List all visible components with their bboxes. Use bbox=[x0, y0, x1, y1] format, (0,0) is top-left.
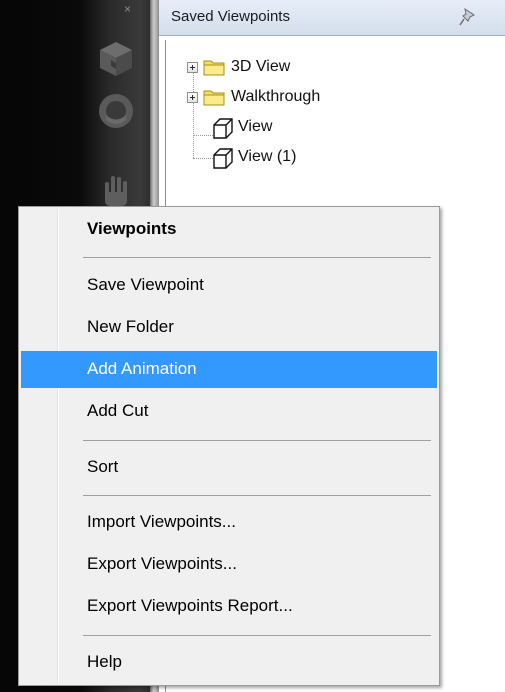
viewpoint-cube-icon bbox=[213, 148, 233, 169]
tree-item-view-1[interactable]: View (1) bbox=[212, 146, 472, 170]
panel-header: Saved Viewpoints bbox=[159, 0, 505, 36]
menu-item-add-cut[interactable]: Add Cut bbox=[21, 393, 437, 430]
menu-item-export-viewpoints[interactable]: Export Viewpoints... bbox=[21, 546, 437, 583]
menu-item-new-folder[interactable]: New Folder bbox=[21, 309, 437, 346]
tree-item-walkthrough[interactable]: Walkthrough bbox=[187, 86, 467, 110]
viewpoint-cube-icon bbox=[213, 118, 233, 139]
menu-item-label: Add Animation bbox=[87, 359, 197, 378]
expand-icon[interactable] bbox=[187, 92, 198, 103]
folder-icon bbox=[203, 90, 225, 106]
menu-item-save-viewpoint[interactable]: Save Viewpoint bbox=[21, 267, 437, 304]
menu-header-label: Viewpoints bbox=[87, 219, 177, 238]
menu-item-label: Export Viewpoints Report... bbox=[87, 596, 293, 615]
menu-item-label: New Folder bbox=[87, 317, 174, 336]
close-icon[interactable]: × bbox=[124, 2, 131, 16]
tree-item-label: View (1) bbox=[238, 148, 297, 165]
menu-item-sort[interactable]: Sort bbox=[21, 449, 437, 486]
steering-wheel-icon[interactable] bbox=[95, 90, 137, 132]
pin-icon[interactable] bbox=[457, 6, 479, 28]
expand-icon[interactable] bbox=[187, 62, 198, 73]
menu-separator bbox=[83, 440, 431, 441]
viewpoints-context-menu: Viewpoints Save Viewpoint New Folder Add… bbox=[18, 206, 440, 686]
tree-item-view[interactable]: View bbox=[212, 116, 472, 140]
menu-item-label: Import Viewpoints... bbox=[87, 512, 236, 531]
tree-item-label: Walkthrough bbox=[231, 88, 321, 105]
menu-item-import-viewpoints[interactable]: Import Viewpoints... bbox=[21, 504, 437, 541]
folder-icon bbox=[203, 60, 225, 76]
menu-item-label: Export Viewpoints... bbox=[87, 554, 237, 573]
menu-item-label: Sort bbox=[87, 457, 119, 476]
menu-item-label: Help bbox=[87, 652, 122, 671]
panel-title: Saved Viewpoints bbox=[171, 8, 290, 25]
tree-item-label: 3D View bbox=[231, 58, 291, 75]
menu-header-viewpoints: Viewpoints bbox=[21, 211, 437, 248]
menu-item-label: Add Cut bbox=[87, 401, 149, 420]
menu-separator bbox=[83, 257, 431, 258]
tree-item-label: View bbox=[238, 118, 273, 135]
menu-separator bbox=[83, 495, 431, 496]
menu-item-help[interactable]: Help bbox=[21, 644, 437, 681]
tree-item-3d-view[interactable]: 3D View bbox=[187, 56, 467, 80]
menu-item-add-animation[interactable]: Add Animation bbox=[21, 351, 437, 388]
menu-item-label: Save Viewpoint bbox=[87, 275, 204, 294]
menu-item-export-viewpoints-report[interactable]: Export Viewpoints Report... bbox=[21, 588, 437, 625]
viewcube-icon[interactable] bbox=[95, 38, 137, 80]
menu-separator bbox=[83, 635, 431, 636]
